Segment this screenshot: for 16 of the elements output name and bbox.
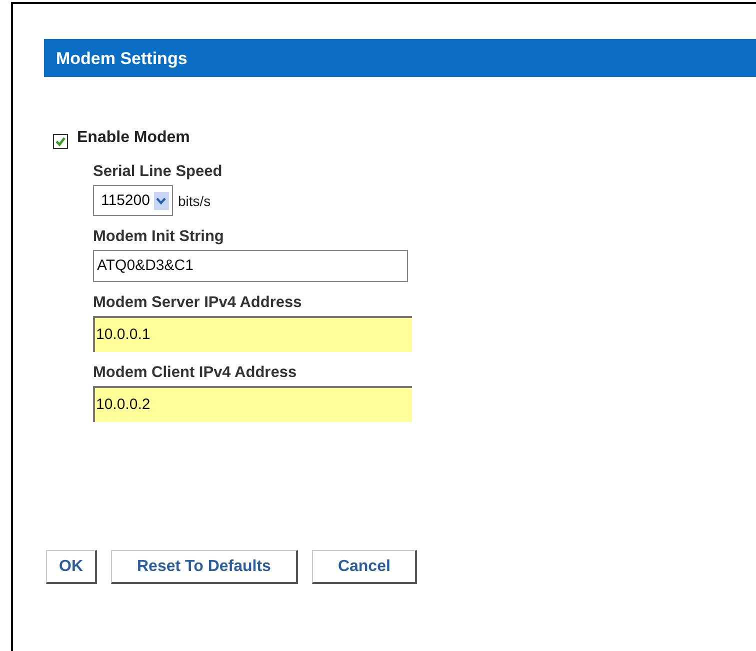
action-button[interactable]: OK: [46, 550, 97, 584]
action-button[interactable]: Reset To Defaults: [111, 550, 298, 584]
field-label: Serial Line Speed: [93, 163, 224, 181]
field-label: Modem Init String: [93, 228, 225, 246]
input-field[interactable]: 10.0.0.2: [93, 386, 412, 422]
input-field[interactable]: 10.0.0.1: [93, 316, 412, 352]
action-button[interactable]: Cancel: [312, 550, 418, 584]
unit-label: bits/s: [178, 192, 211, 208]
checkbox[interactable]: [53, 134, 68, 149]
caret-icon: [154, 192, 169, 210]
speed-dropdown[interactable]: 115200: [93, 185, 173, 216]
input-field[interactable]: ATQ0&D3&C1: [93, 250, 408, 282]
field-label: Modem Server IPv4 Address: [93, 294, 303, 312]
field-label: Modem Client IPv4 Address: [93, 364, 298, 382]
section-header: Modem Settings: [44, 39, 756, 77]
checkbox-label: Enable Modem: [77, 128, 190, 146]
